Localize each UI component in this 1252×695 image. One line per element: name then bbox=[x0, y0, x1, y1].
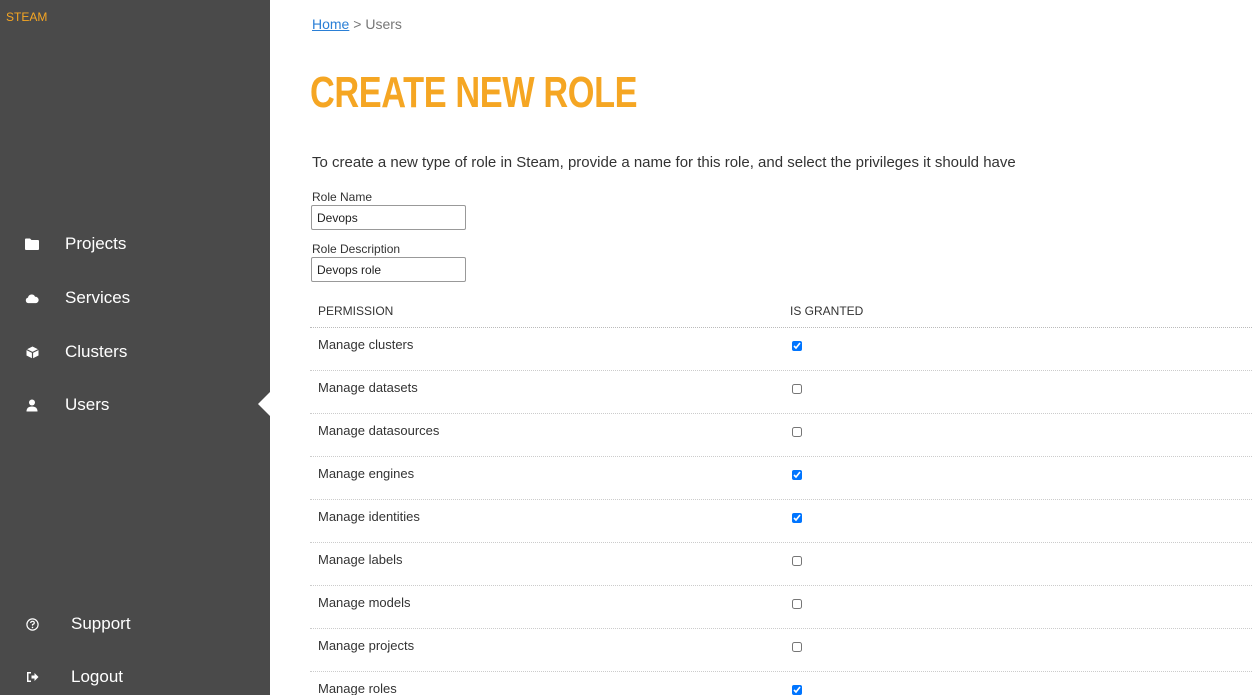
table-row: Manage labels bbox=[310, 543, 1252, 586]
table-row: Manage projects bbox=[310, 629, 1252, 672]
sidebar-item-users[interactable]: Users bbox=[0, 385, 270, 425]
sidebar-item-services[interactable]: Services bbox=[0, 278, 270, 318]
question-circle-icon bbox=[25, 617, 39, 631]
folder-icon bbox=[25, 237, 39, 251]
is-granted-checkbox[interactable] bbox=[792, 513, 802, 523]
role-description-label: Role Description bbox=[312, 242, 401, 256]
permission-name: Manage models bbox=[318, 595, 411, 610]
breadcrumb-current: Users bbox=[365, 16, 402, 32]
page-title: CREATE NEW ROLE bbox=[310, 68, 638, 117]
permission-name: Manage datasets bbox=[318, 380, 418, 395]
table-row: Manage roles bbox=[310, 672, 1252, 695]
permission-name: Manage projects bbox=[318, 638, 415, 653]
intro-text: To create a new type of role in Steam, p… bbox=[312, 154, 1016, 171]
active-indicator bbox=[258, 392, 270, 416]
user-icon bbox=[25, 398, 39, 412]
table-row: Manage clusters bbox=[310, 328, 1252, 371]
is-granted-checkbox[interactable] bbox=[792, 642, 802, 652]
permission-name: Manage datasources bbox=[318, 423, 440, 438]
sidebar-item-projects[interactable]: Projects bbox=[0, 224, 270, 264]
permission-name: Manage clusters bbox=[318, 337, 414, 352]
sidebar-item-label: Support bbox=[71, 614, 131, 633]
is-granted-checkbox[interactable] bbox=[792, 341, 802, 351]
role-name-label: Role Name bbox=[312, 190, 373, 204]
table-row: Manage identities bbox=[310, 500, 1252, 543]
breadcrumb-home-link[interactable]: Home bbox=[312, 16, 349, 32]
sidebar-item-label: Clusters bbox=[65, 342, 128, 361]
sidebar-item-clusters[interactable]: Clusters bbox=[0, 332, 270, 372]
sidebar-item-label: Services bbox=[65, 288, 131, 307]
is-granted-checkbox[interactable] bbox=[792, 470, 802, 480]
permissions-table: PERMISSION IS GRANTED Manage clusters Man… bbox=[310, 296, 1252, 695]
sidebar-item-label: Logout bbox=[71, 667, 123, 686]
role-name-input[interactable] bbox=[311, 205, 466, 230]
cloud-icon bbox=[25, 291, 39, 305]
is-granted-checkbox[interactable] bbox=[792, 384, 802, 394]
sidebar-item-logout[interactable]: Logout bbox=[0, 657, 270, 695]
header-is-granted: IS GRANTED bbox=[790, 304, 864, 318]
sidebar-item-label: Projects bbox=[65, 234, 127, 253]
header-permission: PERMISSION bbox=[318, 304, 394, 318]
cube-icon bbox=[25, 345, 39, 359]
sidebar-item-label: Users bbox=[65, 395, 110, 414]
table-header: PERMISSION IS GRANTED bbox=[310, 296, 1252, 328]
sidebar: STEAM Projects Services Clusters Users S… bbox=[0, 0, 270, 695]
breadcrumb-separator: > bbox=[353, 16, 362, 32]
sidebar-item-support[interactable]: Support bbox=[0, 604, 270, 644]
permission-name: Manage identities bbox=[318, 509, 420, 524]
main-content: Home > Users CREATE NEW ROLE To create a… bbox=[270, 0, 1252, 695]
role-description-input[interactable] bbox=[311, 257, 466, 282]
is-granted-checkbox[interactable] bbox=[792, 427, 802, 437]
table-row: Manage models bbox=[310, 586, 1252, 629]
permission-name: Manage engines bbox=[318, 466, 415, 481]
sign-out-icon bbox=[25, 670, 39, 684]
permission-name: Manage roles bbox=[318, 681, 397, 695]
is-granted-checkbox[interactable] bbox=[792, 556, 802, 566]
is-granted-checkbox[interactable] bbox=[792, 599, 802, 609]
breadcrumb: Home > Users bbox=[312, 16, 402, 32]
table-row: Manage datasources bbox=[310, 414, 1252, 457]
table-row: Manage engines bbox=[310, 457, 1252, 500]
permissions-rows: Manage clusters Manage datasets Manage dat… bbox=[310, 328, 1252, 695]
permission-name: Manage labels bbox=[318, 552, 403, 567]
brand-logo[interactable]: STEAM bbox=[6, 10, 47, 24]
is-granted-checkbox[interactable] bbox=[792, 685, 802, 695]
table-row: Manage datasets bbox=[310, 371, 1252, 414]
